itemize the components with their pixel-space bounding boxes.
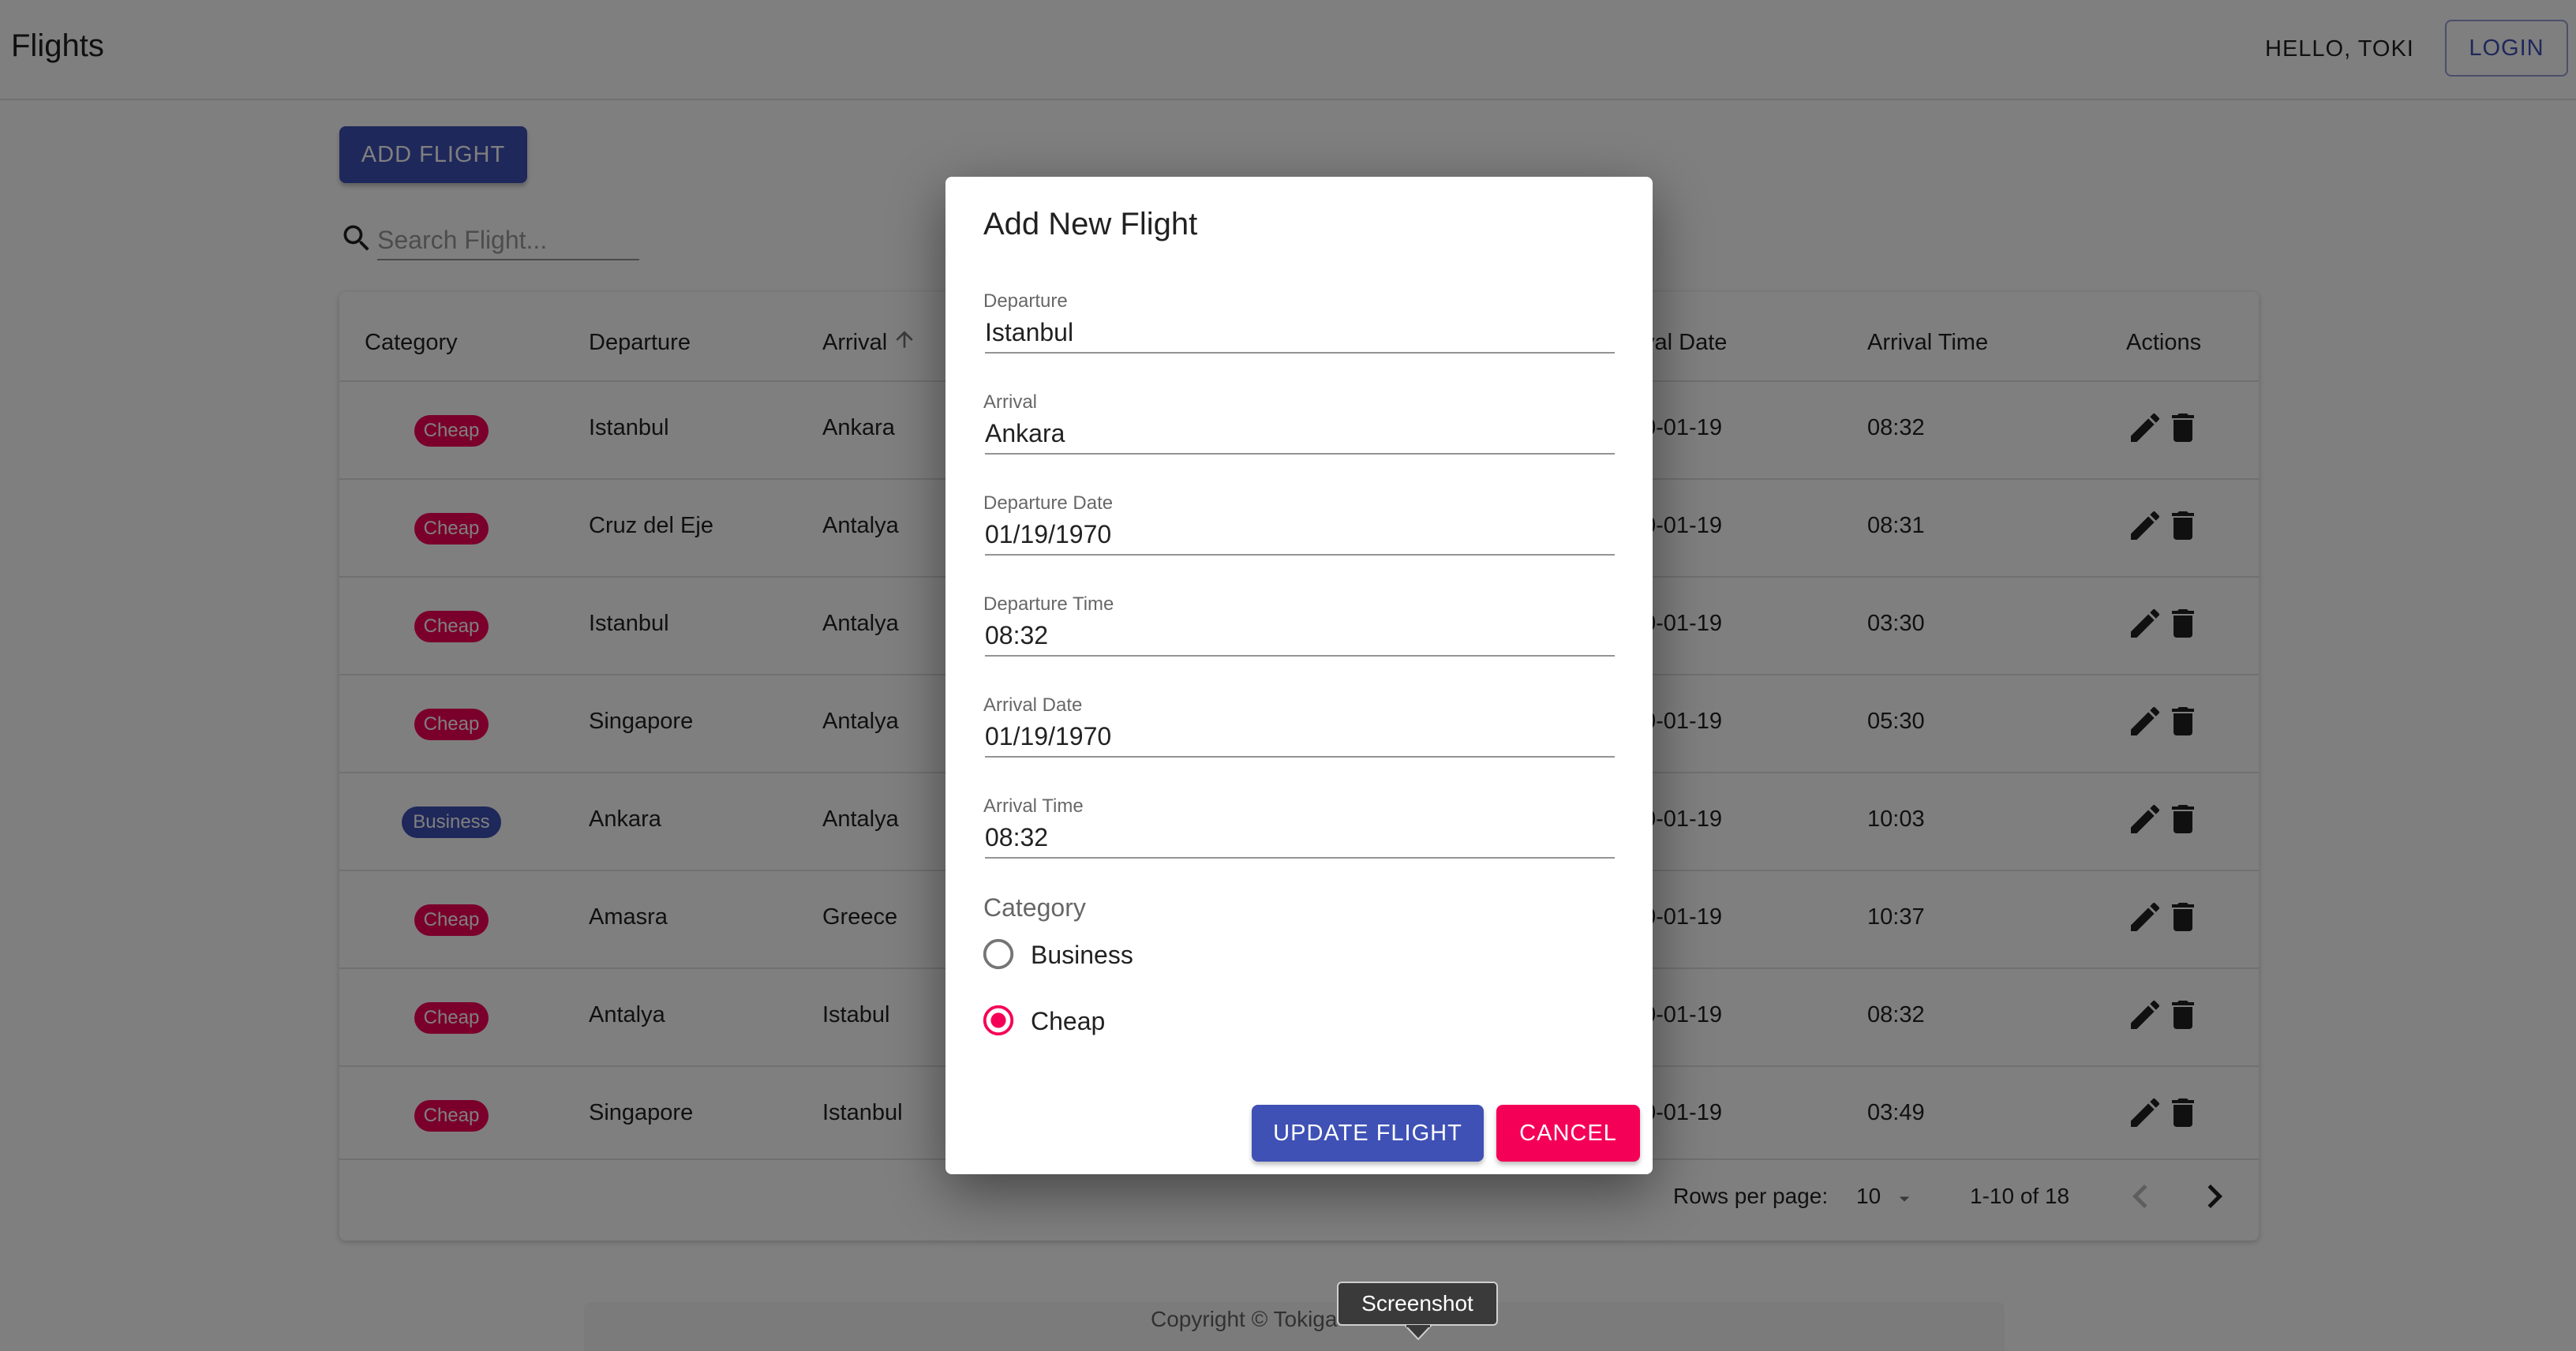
departure-time-field: Departure Time <box>983 593 1615 680</box>
tooltip-arrow <box>1405 1325 1432 1341</box>
add-flight-dialog: Add New Flight Departure Arrival Departu… <box>945 177 1653 1174</box>
departure-date-field: Departure Date <box>983 492 1615 579</box>
dialog-title: Add New Flight <box>983 207 1198 241</box>
update-flight-button[interactable]: UPDATE FLIGHT <box>1252 1105 1484 1162</box>
arrival-date-input[interactable] <box>985 717 1615 758</box>
radio-business-label: Business <box>1031 941 1133 969</box>
radio-checked-icon[interactable] <box>980 1002 1017 1039</box>
arrival-label: Arrival <box>983 391 1038 413</box>
departure-input[interactable] <box>985 312 1615 354</box>
arrival-time-input[interactable] <box>985 818 1615 859</box>
arrival-date-field: Arrival Date <box>983 694 1615 781</box>
radio-cheap-label: Cheap <box>1031 1007 1106 1035</box>
arrival-field: Arrival <box>983 391 1615 478</box>
radio-cheap[interactable]: Cheap <box>980 997 1296 1045</box>
arrival-date-label: Arrival Date <box>983 694 1083 716</box>
departure-date-input[interactable] <box>985 515 1615 556</box>
radio-business[interactable]: Business <box>980 931 1296 979</box>
arrival-time-field: Arrival Time <box>983 795 1615 882</box>
category-label: Category <box>983 893 1086 922</box>
departure-date-label: Departure Date <box>983 492 1114 514</box>
arrival-time-label: Arrival Time <box>983 795 1084 817</box>
cancel-button[interactable]: CANCEL <box>1496 1105 1640 1162</box>
departure-time-label: Departure Time <box>983 593 1114 615</box>
arrival-input[interactable] <box>985 414 1615 455</box>
radio-unchecked-icon[interactable] <box>980 936 1017 972</box>
screenshot-tooltip: Screenshot <box>1337 1282 1498 1326</box>
departure-field: Departure <box>983 290 1615 377</box>
departure-label: Departure <box>983 290 1068 312</box>
departure-time-input[interactable] <box>985 616 1615 657</box>
